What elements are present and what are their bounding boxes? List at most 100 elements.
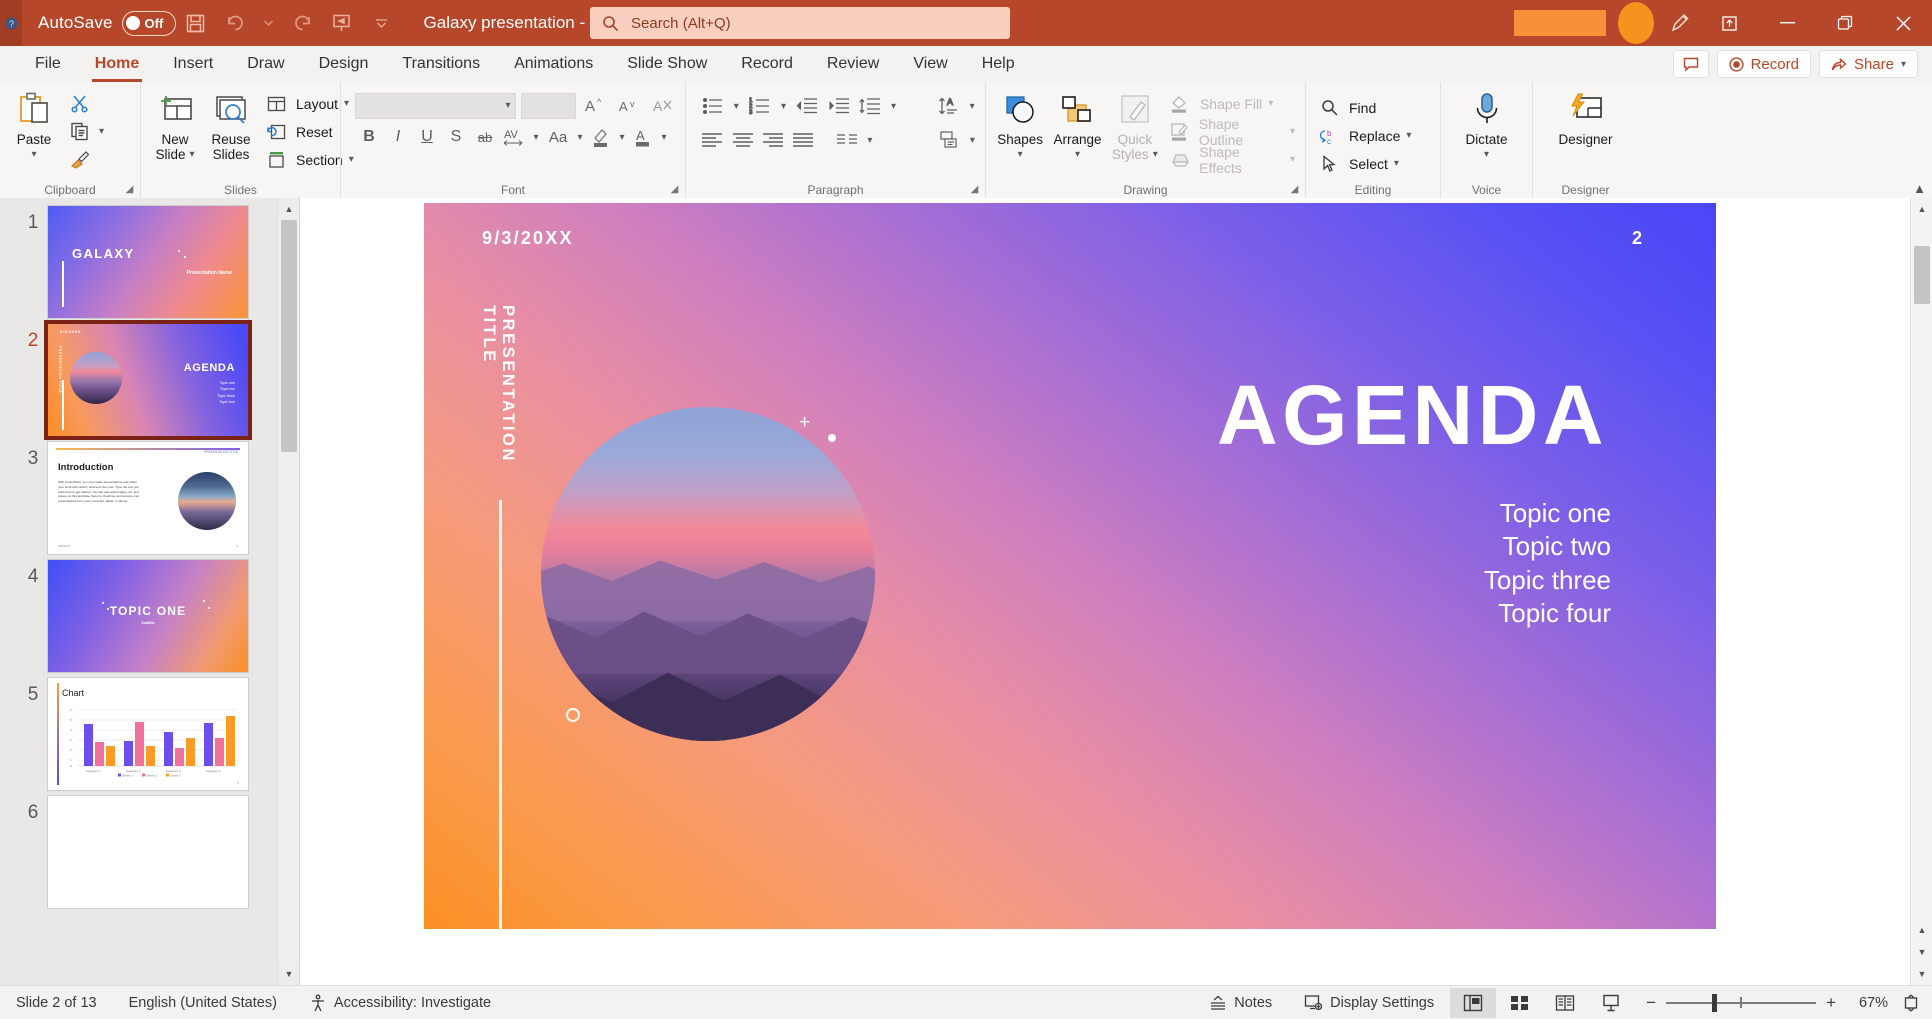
dictate-button[interactable]: Dictate ▾ (1459, 86, 1515, 162)
zoom-out-button[interactable]: − (1646, 993, 1656, 1013)
highlight-dropdown[interactable]: ▾ (615, 123, 629, 151)
slide-heading[interactable]: AGENDA (1217, 373, 1608, 457)
chevron-down-icon[interactable]: ▾ (31, 147, 36, 162)
copy-button[interactable]: ▾ (62, 119, 108, 144)
scrollbar-thumb[interactable] (281, 220, 297, 452)
record-button[interactable]: Record (1716, 50, 1811, 78)
shape-fill-button[interactable]: Shape Fill ▾ (1163, 91, 1299, 116)
bold-button[interactable]: B (355, 123, 383, 151)
next-slide-icon[interactable]: ▼ (1911, 941, 1932, 963)
thumbnail-slide-1[interactable]: GALAXY Presentation Name (48, 206, 248, 318)
clear-formatting-button[interactable]: A (648, 92, 677, 119)
quick-styles-button[interactable]: Quick Styles ▾ (1107, 86, 1163, 162)
arrange-button[interactable]: Arrange ▾ (1048, 86, 1106, 162)
list-item[interactable]: 5 Chart Category 1 Category 2 Category 3… (0, 678, 299, 796)
chevron-down-icon[interactable]: ▾ (1290, 154, 1295, 165)
customize-quick-access-icon[interactable] (362, 5, 402, 41)
increase-indent-button[interactable] (824, 92, 853, 120)
decrease-font-size-button[interactable]: Av (615, 92, 644, 119)
display-settings-button[interactable]: Display Settings (1288, 986, 1450, 1019)
change-case-dropdown[interactable]: ▾ (573, 123, 587, 151)
tab-home[interactable]: Home (78, 46, 156, 82)
drawing-dialog-launcher[interactable]: ◢ (1288, 183, 1301, 196)
restore-icon[interactable] (1816, 0, 1874, 46)
search-box[interactable]: Search (Alt+Q) (590, 7, 1010, 39)
collapse-ribbon-button[interactable]: ▲ (1913, 181, 1926, 196)
chevron-down-icon[interactable]: ▾ (99, 126, 104, 137)
bullets-button[interactable] (698, 92, 727, 120)
select-button[interactable]: Select ▾ (1312, 151, 1415, 176)
tab-review[interactable]: Review (810, 46, 896, 82)
tab-slide-show[interactable]: Slide Show (610, 46, 724, 82)
tab-help[interactable]: Help (965, 46, 1032, 82)
list-item[interactable]: 1 GALAXY Presentation Name (0, 206, 299, 324)
increase-font-size-button[interactable]: A ^ (581, 92, 610, 119)
zoom-in-button[interactable]: + (1826, 993, 1836, 1013)
align-center-button[interactable] (728, 126, 756, 154)
chevron-down-icon[interactable]: ▾ (1484, 147, 1489, 162)
autosave-toggle[interactable]: Off (121, 10, 176, 36)
character-spacing-button[interactable]: AV (500, 123, 528, 151)
paragraph-dialog-launcher[interactable]: ◢ (968, 183, 981, 196)
shape-effects-button[interactable]: Shape Effects ▾ (1163, 144, 1299, 176)
thumbnail-slide-4[interactable]: TOPIC ONE Subtitle (48, 560, 248, 672)
scroll-up-icon[interactable]: ▲ (278, 198, 299, 220)
tab-insert[interactable]: Insert (156, 46, 230, 82)
italic-button[interactable]: I (384, 123, 412, 151)
scroll-down-icon[interactable]: ▼ (278, 963, 299, 985)
convert-to-smartart-button[interactable] (935, 126, 963, 154)
bullets-dropdown[interactable]: ▾ (729, 92, 743, 120)
list-item[interactable]: 3 PRESENTATION TITLE Introduction With P… (0, 442, 299, 560)
restore-window-position-icon[interactable] (1700, 0, 1758, 46)
pen-annotation-icon[interactable] (1660, 5, 1700, 41)
zoom-slider[interactable] (1666, 993, 1817, 1012)
avatar[interactable] (1618, 2, 1654, 44)
find-button[interactable]: Find (1312, 95, 1415, 120)
tab-design[interactable]: Design (302, 46, 386, 82)
reading-view-icon[interactable] (1542, 988, 1588, 1018)
notes-button[interactable]: Notes (1193, 986, 1288, 1019)
zoom-control[interactable]: − + 67% (1634, 993, 1932, 1013)
zoom-level[interactable]: 67% (1846, 995, 1888, 1011)
text-shadow-button[interactable]: S (442, 123, 470, 151)
change-case-button[interactable]: Aa (544, 123, 572, 151)
font-size-input[interactable] (520, 92, 577, 119)
normal-view-icon[interactable] (1450, 987, 1497, 1018)
save-icon[interactable] (176, 5, 216, 41)
chevron-down-icon[interactable]: ▾ (1268, 98, 1273, 109)
underline-button[interactable]: U (413, 123, 441, 151)
slide-editing-area[interactable]: 9/3/20XX 2 PRESENTATION TITLE + AGENDA T… (300, 198, 1932, 985)
chevron-down-icon[interactable]: ▾ (1018, 147, 1023, 162)
replace-button[interactable]: bc Replace ▾ (1312, 123, 1415, 148)
chevron-down-icon[interactable]: ▾ (1290, 126, 1295, 137)
font-name-input[interactable]: ▾ (355, 92, 516, 119)
minimize-icon[interactable] (1758, 0, 1816, 46)
slide-counter[interactable]: Slide 2 of 13 (0, 986, 113, 1019)
character-spacing-dropdown[interactable]: ▾ (529, 123, 543, 151)
fit-to-window-icon[interactable] (1898, 994, 1920, 1012)
font-dialog-launcher[interactable]: ◢ (668, 183, 681, 196)
slide-date[interactable]: 9/3/20XX (482, 228, 574, 249)
text-direction-dropdown[interactable]: ▾ (965, 92, 979, 120)
tab-file[interactable]: File (18, 46, 78, 82)
list-item[interactable]: 6 (0, 796, 299, 914)
chevron-down-icon[interactable]: ▾ (1075, 147, 1080, 162)
thumbnail-slide-6[interactable] (48, 796, 248, 908)
slide-page-number[interactable]: 2 (1632, 228, 1642, 249)
current-slide[interactable]: 9/3/20XX 2 PRESENTATION TITLE + AGENDA T… (424, 203, 1716, 929)
tab-animations[interactable]: Animations (497, 46, 610, 82)
slide-scrollbar[interactable]: ▲ ▲ ▼ ▼ (1910, 198, 1932, 985)
tab-record[interactable]: Record (724, 46, 810, 82)
chevron-down-icon[interactable]: ▾ (506, 100, 511, 111)
line-spacing-dropdown[interactable]: ▾ (887, 92, 901, 120)
shapes-button[interactable]: Shapes ▾ (992, 86, 1048, 162)
slide-show-icon[interactable] (1588, 988, 1634, 1018)
language-indicator[interactable]: English (United States) (113, 986, 293, 1019)
planet-image[interactable] (541, 407, 875, 741)
undo-dropdown-icon[interactable] (256, 5, 282, 41)
slide-vertical-title[interactable]: PRESENTATION TITLE (479, 305, 517, 505)
list-item[interactable]: 4 TOPIC ONE Subtitle (0, 560, 299, 678)
decrease-indent-button[interactable] (792, 92, 821, 120)
reuse-slides-button[interactable]: Reuse Slides (203, 86, 259, 162)
numbering-dropdown[interactable]: ▾ (777, 92, 791, 120)
